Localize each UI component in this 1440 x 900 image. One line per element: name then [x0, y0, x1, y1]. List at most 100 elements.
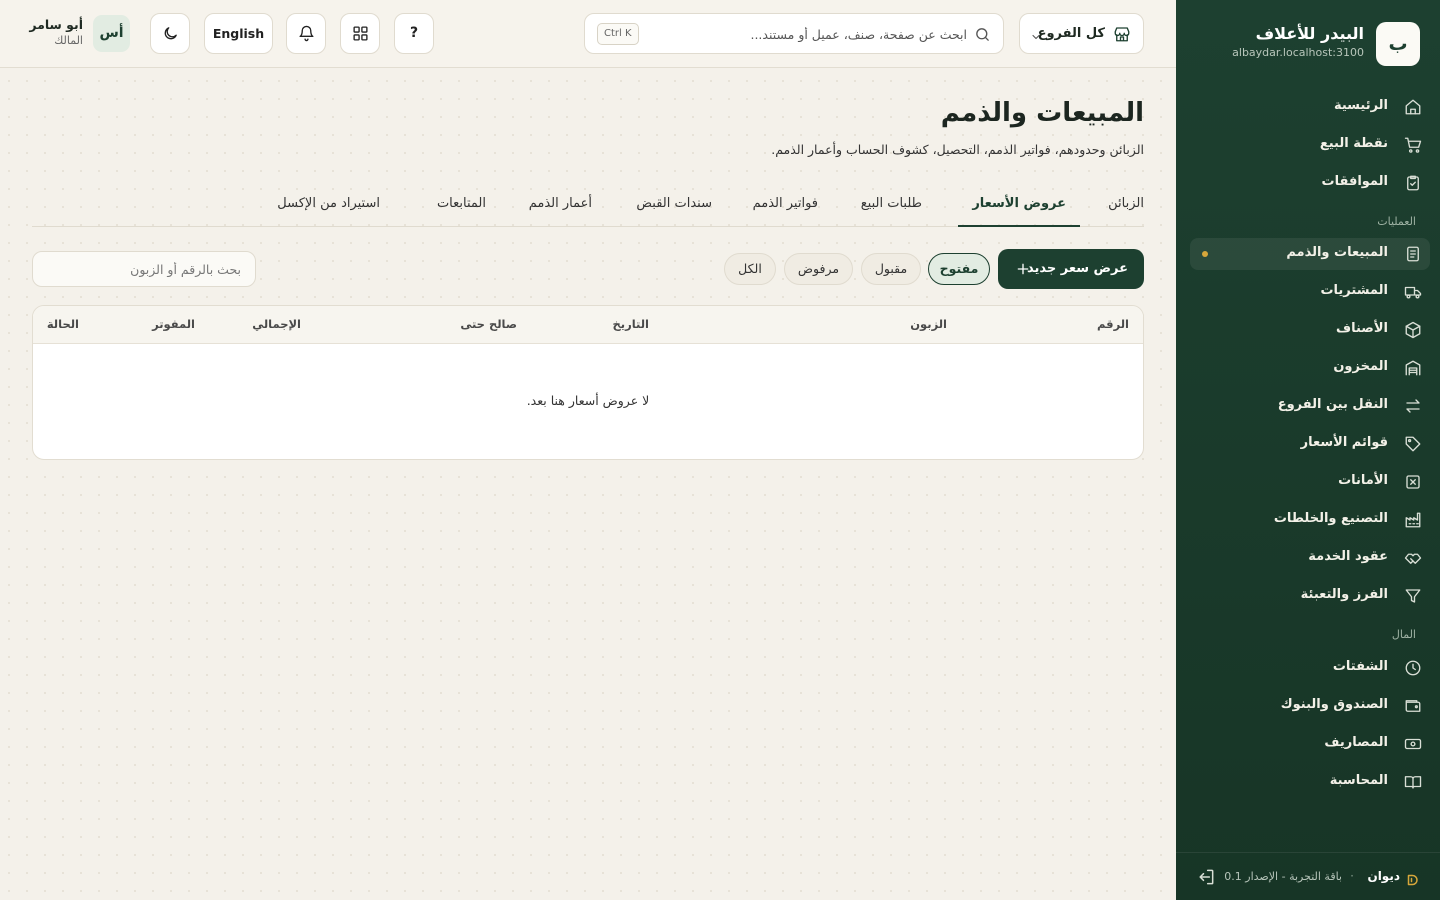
- help-button[interactable]: ?: [394, 13, 434, 54]
- table-search-input[interactable]: [45, 258, 241, 280]
- sidebar-item-service-contracts[interactable]: عقود الخدمة: [1190, 542, 1430, 574]
- sidebar-item-items[interactable]: الأصناف: [1190, 314, 1430, 346]
- help-label: ?: [409, 25, 419, 41]
- sidebar-item-pos[interactable]: نقطة البيع: [1190, 129, 1430, 161]
- column-valid-until[interactable]: صالح حتى: [460, 317, 517, 331]
- empty-state-message: لا عروض أسعار هنا بعد.: [526, 393, 650, 408]
- sidebar-item-label: المبيعات والذمم: [1286, 245, 1388, 260]
- user-role: المالك: [54, 34, 83, 47]
- sidebar-item-inventory[interactable]: المخزون: [1190, 352, 1430, 384]
- new-quote-button[interactable]: عرض سعر جديد: [998, 249, 1144, 289]
- brand-logo: ب: [1376, 22, 1420, 66]
- column-status[interactable]: الحالة: [47, 317, 79, 331]
- logout-icon: [1199, 869, 1214, 885]
- filter-open[interactable]: مفتوح: [928, 253, 990, 285]
- sidebar-footer: ديوان · باقة التجربة - الإصدار 0.1: [1176, 852, 1440, 900]
- sidebar-item-label: الأمانات: [1338, 473, 1388, 488]
- page-title: المبيعات والذمم: [940, 98, 1144, 128]
- column-invoiced[interactable]: المفوتر: [152, 317, 195, 331]
- notifications-button[interactable]: [286, 13, 326, 54]
- sidebar-item-approvals[interactable]: الموافقات: [1190, 167, 1430, 199]
- sidebar-item-price-lists[interactable]: قوائم الأسعار: [1190, 428, 1430, 460]
- sidebar-item-label: النقل بين الفروع: [1277, 397, 1388, 412]
- clipboard-check-icon: [1404, 174, 1422, 192]
- branch-select[interactable]: كل الفروع: [1019, 13, 1144, 54]
- table-header: الرقم الزبون التاريخ صالح حتى الإجمالي ا…: [33, 306, 1143, 344]
- sidebar-item-label: الرئيسية: [1333, 98, 1388, 113]
- sidebar-item-home[interactable]: الرئيسية: [1190, 91, 1430, 123]
- filter-rejected[interactable]: مرفوض: [784, 253, 853, 285]
- chevron-down-icon: [1030, 28, 1042, 40]
- footer-brand: ديوان: [1367, 869, 1400, 883]
- sidebar: ب البيدر للأعلاف albaydar.localhost:3100…: [1176, 0, 1440, 900]
- tab-quotes[interactable]: عروض الأسعار: [958, 184, 1080, 227]
- column-number[interactable]: الرقم: [1097, 317, 1129, 331]
- sidebar-item-sales[interactable]: المبيعات والذمم: [1190, 238, 1430, 270]
- sidebar-item-deposits[interactable]: الأمانات: [1190, 466, 1430, 498]
- moon-icon: [162, 25, 179, 42]
- sidebar-item-label: المشتريات: [1320, 283, 1388, 298]
- sidebar-item-label: الصندوق والبنوك: [1280, 697, 1388, 712]
- sidebar-item-purchases[interactable]: المشتريات: [1190, 276, 1430, 308]
- apps-button[interactable]: [340, 13, 380, 54]
- footer-separator: ·: [1350, 869, 1354, 883]
- cart-icon: [1404, 136, 1422, 154]
- sidebar-item-label: عقود الخدمة: [1308, 549, 1388, 564]
- sidebar-item-accounting[interactable]: المحاسبة: [1190, 766, 1430, 798]
- grid-icon: [352, 25, 369, 42]
- top-bar: كل الفروع Ctrl K ? English أس أبو سامر ا…: [0, 0, 1176, 68]
- diwan-logo-icon: [1406, 871, 1418, 886]
- logout-button[interactable]: [1196, 867, 1216, 887]
- package-x-icon: [1404, 473, 1422, 491]
- sidebar-item-label: قوائم الأسعار: [1300, 435, 1388, 450]
- column-customer[interactable]: الزبون: [910, 317, 947, 331]
- theme-toggle[interactable]: [150, 13, 190, 54]
- sidebar-item-label: الشفتات: [1332, 659, 1388, 674]
- sidebar-item-sorting[interactable]: الفرز والتعبئة: [1190, 580, 1430, 612]
- column-date[interactable]: التاريخ: [613, 317, 650, 331]
- banknote-icon: [1404, 735, 1422, 753]
- clock-icon: [1404, 659, 1422, 677]
- filter-accepted[interactable]: مقبول: [861, 253, 921, 285]
- sidebar-item-cash-banks[interactable]: الصندوق والبنوك: [1190, 690, 1430, 722]
- language-toggle[interactable]: English: [204, 13, 273, 54]
- brand[interactable]: ب البيدر للأعلاف albaydar.localhost:3100: [1196, 22, 1420, 66]
- filter-icon: [1404, 587, 1422, 605]
- sidebar-item-expenses[interactable]: المصاريف: [1190, 728, 1430, 760]
- sidebar-item-transfers[interactable]: النقل بين الفروع: [1190, 390, 1430, 422]
- shortcut-hint: Ctrl K: [597, 23, 639, 45]
- column-total[interactable]: الإجمالي: [252, 317, 301, 331]
- filter-all[interactable]: الكل: [724, 253, 776, 285]
- home-icon: [1404, 98, 1422, 116]
- sidebar-item-label: الفرز والتعبئة: [1300, 587, 1388, 602]
- tab-receipts[interactable]: سندات القبض: [636, 184, 712, 227]
- truck-icon: [1404, 283, 1422, 301]
- tab-customers[interactable]: الزبائن: [1108, 184, 1144, 227]
- global-search[interactable]: Ctrl K: [584, 13, 1004, 54]
- sidebar-item-label: الأصناف: [1336, 321, 1388, 336]
- active-indicator-dot: [1202, 251, 1208, 257]
- arrows-swap-icon: [1404, 397, 1422, 415]
- sidebar-item-label: المحاسبة: [1329, 773, 1388, 788]
- factory-icon: [1404, 511, 1422, 529]
- sidebar-item-label: الموافقات: [1321, 174, 1388, 189]
- sidebar-item-label: التصنيع والخلطات: [1273, 511, 1388, 526]
- tab-aging[interactable]: أعمار الذمم: [529, 184, 592, 227]
- global-search-input[interactable]: [667, 22, 967, 46]
- new-quote-label: عرض سعر جديد: [1027, 261, 1128, 276]
- sidebar-item-shifts[interactable]: الشفتات: [1190, 652, 1430, 684]
- warehouse-icon: [1404, 359, 1422, 377]
- footer-version: باقة التجربة - الإصدار 0.1: [1224, 870, 1342, 883]
- sidebar-item-label: نقطة البيع: [1319, 136, 1388, 151]
- box-icon: [1404, 321, 1422, 339]
- sidebar-item-manufacturing[interactable]: التصنيع والخلطات: [1190, 504, 1430, 536]
- nav-section-operations: العمليات: [1377, 215, 1416, 228]
- table-search[interactable]: [32, 251, 256, 287]
- brand-name: البيدر للأعلاف: [1255, 24, 1364, 43]
- tab-sales-orders[interactable]: طلبات البيع: [861, 184, 922, 227]
- user-name: أبو سامر: [29, 17, 83, 32]
- tab-credit-invoices[interactable]: فواتير الذمم: [753, 184, 818, 227]
- tab-excel-import[interactable]: استيراد من الإكسل: [277, 184, 380, 227]
- tab-followups[interactable]: المتابعات: [437, 184, 486, 227]
- avatar[interactable]: أس: [93, 15, 130, 52]
